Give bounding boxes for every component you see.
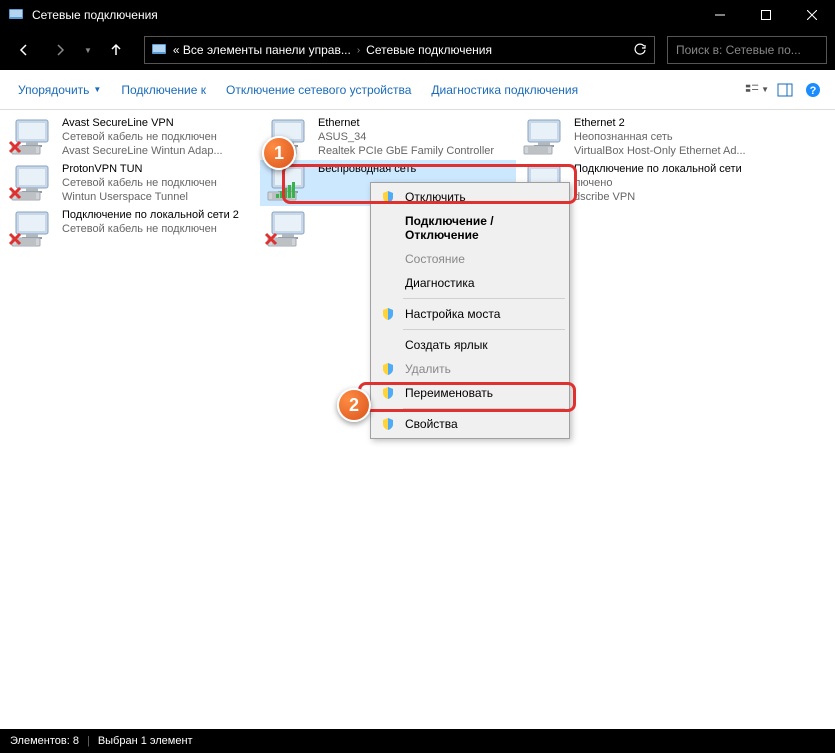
shield-icon xyxy=(381,190,395,204)
organize-menu[interactable]: Упорядочить▼ xyxy=(10,79,109,101)
refresh-button[interactable] xyxy=(626,43,654,57)
status-separator: | xyxy=(87,735,90,747)
connect-to-button[interactable]: Подключение к xyxy=(113,79,214,101)
diagnose-button[interactable]: Диагностика подключения xyxy=(423,79,586,101)
toolbar: Упорядочить▼ Подключение к Отключение се… xyxy=(0,70,835,110)
window-title: Сетевые подключения xyxy=(32,8,697,22)
connection-status: Сетевой кабель не подключен xyxy=(62,176,256,190)
connection-status: лючено xyxy=(574,176,768,190)
context-menu: Отключить Подключение / Отключение Состо… xyxy=(370,182,570,439)
menu-disconnect[interactable]: Отключить xyxy=(373,185,567,209)
maximize-button[interactable] xyxy=(743,0,789,30)
breadcrumb-part[interactable]: « Все элементы панели управ... xyxy=(173,43,351,57)
breadcrumb-part[interactable]: Сетевые подключения xyxy=(366,43,492,57)
menu-separator xyxy=(403,329,565,330)
connection-item[interactable]: Ethernet ASUS_34 Realtek PCIe GbE Family… xyxy=(260,114,516,160)
status-item-count: Элементов: 8 xyxy=(10,735,79,747)
connection-status: Сетевой кабель не подключен xyxy=(62,130,256,144)
network-adapter-icon xyxy=(264,208,312,248)
preview-pane-button[interactable] xyxy=(773,78,797,102)
location-icon xyxy=(151,42,167,58)
svg-text:?: ? xyxy=(810,85,817,97)
menu-status: Состояние xyxy=(373,247,567,271)
shield-icon xyxy=(381,386,395,400)
menu-delete: Удалить xyxy=(373,357,567,381)
shield-icon xyxy=(381,362,395,376)
connection-device: Wintun Userspace Tunnel xyxy=(62,190,256,204)
connection-status: Сетевой кабель не подключен xyxy=(62,222,256,236)
callout-2: 2 xyxy=(337,388,371,422)
connection-name: ProtonVPN TUN xyxy=(62,162,256,176)
menu-rename[interactable]: Переименовать xyxy=(373,381,567,405)
menu-properties[interactable]: Свойства xyxy=(373,412,567,436)
titlebar: Сетевые подключения xyxy=(0,0,835,30)
search-input[interactable]: Поиск в: Сетевые по... xyxy=(667,36,827,64)
network-adapter-icon xyxy=(520,116,568,156)
forward-button[interactable] xyxy=(44,34,76,66)
network-adapter-icon xyxy=(8,208,56,248)
disable-device-button[interactable]: Отключение сетевого устройства xyxy=(218,79,419,101)
connection-device: dscribe VPN xyxy=(574,190,768,204)
connection-device: Avast SecureLine Wintun Adap... xyxy=(62,144,256,158)
connection-item[interactable]: Avast SecureLine VPN Сетевой кабель не п… xyxy=(4,114,260,160)
address-bar[interactable]: « Все элементы панели управ... › Сетевые… xyxy=(144,36,655,64)
view-options-button[interactable]: ▼ xyxy=(745,78,769,102)
connection-item[interactable]: ProtonVPN TUN Сетевой кабель не подключе… xyxy=(4,160,260,206)
minimize-button[interactable] xyxy=(697,0,743,30)
connection-name: Ethernet xyxy=(318,116,512,130)
network-adapter-icon xyxy=(8,116,56,156)
help-button[interactable]: ? xyxy=(801,78,825,102)
menu-separator xyxy=(403,408,565,409)
connection-status: Неопознанная сеть xyxy=(574,130,768,144)
navbar: ▼ « Все элементы панели управ... › Сетев… xyxy=(0,30,835,70)
connection-item[interactable]: Подключение по локальной сети 2 Сетевой … xyxy=(4,206,260,250)
shield-icon xyxy=(381,307,395,321)
history-dropdown[interactable]: ▼ xyxy=(80,46,96,55)
status-selected: Выбран 1 элемент xyxy=(98,735,193,747)
connection-name: Подключение по локальной сети xyxy=(574,162,768,176)
chevron-right-icon: › xyxy=(357,45,360,56)
connection-name: Беспроводная сеть xyxy=(318,162,512,176)
connection-name: Подключение по локальной сети 2 xyxy=(62,208,256,222)
menu-shortcut[interactable]: Создать ярлык xyxy=(373,333,567,357)
connection-device: VirtualBox Host-Only Ethernet Ad... xyxy=(574,144,768,158)
content-area: Avast SecureLine VPN Сетевой кабель не п… xyxy=(0,110,835,729)
connection-device: Realtek PCIe GbE Family Controller xyxy=(318,144,512,158)
statusbar: Элементов: 8 | Выбран 1 элемент xyxy=(0,729,835,753)
menu-diagnostics[interactable]: Диагностика xyxy=(373,271,567,295)
network-adapter-icon xyxy=(8,162,56,202)
menu-connect-disconnect[interactable]: Подключение / Отключение xyxy=(373,209,567,247)
menu-separator xyxy=(403,298,565,299)
close-button[interactable] xyxy=(789,0,835,30)
connection-name: Ethernet 2 xyxy=(574,116,768,130)
back-button[interactable] xyxy=(8,34,40,66)
menu-bridge[interactable]: Настройка моста xyxy=(373,302,567,326)
shield-icon xyxy=(381,417,395,431)
up-button[interactable] xyxy=(100,34,132,66)
callout-1: 1 xyxy=(262,136,296,170)
connection-status: ASUS_34 xyxy=(318,130,512,144)
connection-name: Avast SecureLine VPN xyxy=(62,116,256,130)
connection-item[interactable]: Ethernet 2 Неопознанная сеть VirtualBox … xyxy=(516,114,772,160)
app-icon xyxy=(8,7,24,23)
